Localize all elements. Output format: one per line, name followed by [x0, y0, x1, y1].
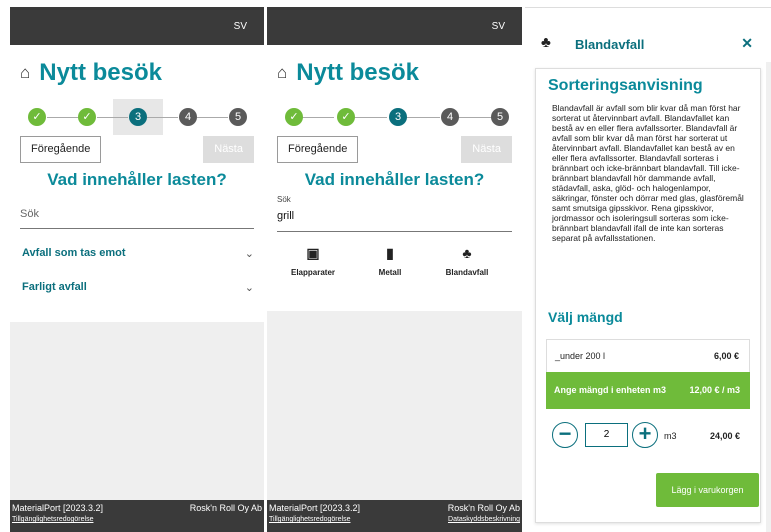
scrollbar[interactable]	[766, 62, 771, 532]
question-heading: Vad innehåller lasten?	[304, 170, 485, 189]
section-title: Sorteringsanvisning	[548, 77, 703, 94]
stepper: ✓ ✓ 3 4 5	[267, 99, 522, 135]
search-field[interactable]: grill	[277, 205, 512, 232]
search-placeholder: Sök	[20, 208, 39, 220]
step-5: 5	[491, 108, 509, 126]
option-m3[interactable]: Ange mängd i enheten m3 12,00 € / m3	[546, 372, 750, 409]
step-line	[147, 117, 178, 118]
step-line	[97, 117, 128, 118]
accessibility-link[interactable]: Tillgänglighetsredogörelse	[12, 516, 93, 523]
previous-button[interactable]: Föregående	[277, 136, 359, 163]
mixed-waste-icon: ♣	[541, 34, 551, 51]
step-3[interactable]: 3	[389, 108, 407, 126]
search-label: Sök	[277, 195, 291, 204]
step-line	[47, 117, 78, 118]
plus-button[interactable]: +	[632, 422, 658, 448]
page-title: ⌂ Nytt besök	[20, 59, 162, 86]
panel-search: SV ⌂ Nytt besök ✓ ✓ 3 4 5 Föregående Näs…	[264, 0, 522, 532]
footer: MaterialPort [2023.3.2] Tillgänglighetsr…	[10, 500, 264, 532]
top-bar: SV	[10, 7, 264, 45]
close-icon[interactable]: ✕	[741, 35, 753, 52]
quantity-title: Välj mängd	[548, 309, 623, 325]
language-selector[interactable]: SV	[234, 21, 247, 32]
step-2[interactable]: ✓	[337, 108, 355, 126]
result-item[interactable]: ♣ Blandavfall	[432, 244, 502, 277]
search-value: grill	[277, 210, 295, 222]
step-line	[352, 117, 387, 118]
step-line	[197, 117, 228, 118]
accessibility-link[interactable]: Tillgänglighetsredogörelse	[269, 516, 350, 523]
divider	[525, 7, 771, 8]
minus-button[interactable]: −	[552, 422, 578, 448]
dialog-title: Blandavfall	[575, 37, 645, 52]
accordion-accepted-waste[interactable]: Avfall som tas emot ⌄	[22, 247, 254, 260]
barrel-icon: ▮	[386, 245, 394, 261]
step-5: 5	[229, 108, 247, 126]
battery-icon: ▣	[306, 245, 320, 261]
stepper: ✓ ✓ 3 4 5	[10, 99, 264, 135]
page-title: ⌂ Nytt besök	[277, 59, 419, 86]
step-1[interactable]: ✓	[285, 108, 303, 126]
chevron-down-icon: ⌄	[244, 282, 254, 294]
result-item[interactable]: ▮ Metall	[355, 244, 425, 277]
footer: MaterialPort [2023.3.2] Tillgänglighetsr…	[267, 500, 522, 532]
step-line	[405, 117, 440, 118]
next-button[interactable]: Nästa	[461, 136, 512, 163]
quantity-total: 24,00 €	[709, 431, 740, 441]
detail-card: Sorteringsanvisning Blandavfall är avfal…	[535, 68, 761, 523]
search-field[interactable]: Sök	[20, 203, 254, 229]
add-to-cart-button[interactable]: Lägg i varukorgen	[656, 473, 759, 507]
step-2[interactable]: ✓	[78, 108, 96, 126]
mixed-waste-icon: ♣	[462, 245, 472, 261]
home-icon[interactable]: ⌂	[277, 63, 287, 83]
quantity-input[interactable]: 2	[585, 423, 628, 447]
step-4: 4	[441, 108, 459, 126]
quantity-unit: m3	[664, 431, 677, 441]
main-content: ⌂ Nytt besök ✓ ✓ 3 4 5 Föregående Nästa …	[10, 45, 264, 322]
step-1[interactable]: ✓	[28, 108, 46, 126]
panel-start: SV ⌂ Nytt besök ✓ ✓ 3 4 5 Föregående Näs…	[0, 0, 264, 532]
chevron-down-icon: ⌄	[244, 248, 254, 260]
previous-button[interactable]: Föregående	[20, 136, 102, 163]
next-button[interactable]: Nästa	[203, 136, 254, 163]
option-under-200l[interactable]: _under 200 l 6,00 €	[546, 339, 750, 372]
question-heading: Vad innehåller lasten?	[47, 170, 227, 189]
top-bar: SV	[267, 7, 522, 45]
sorting-instructions: Blandavfall är avfall som blir kvar då m…	[552, 103, 744, 243]
result-item[interactable]: ▣ Elapparater	[278, 244, 348, 277]
privacy-link[interactable]: Dataskyddsbeskrivning	[448, 516, 520, 523]
step-4: 4	[179, 108, 197, 126]
language-selector[interactable]: SV	[492, 21, 505, 32]
step-line	[458, 117, 493, 118]
home-icon[interactable]: ⌂	[20, 63, 30, 83]
detail-dialog: ♣ Blandavfall ✕ Sorteringsanvisning Blan…	[525, 0, 771, 532]
step-3[interactable]: 3	[129, 108, 147, 126]
accordion-hazardous-waste[interactable]: Farligt avfall ⌄	[22, 281, 254, 294]
